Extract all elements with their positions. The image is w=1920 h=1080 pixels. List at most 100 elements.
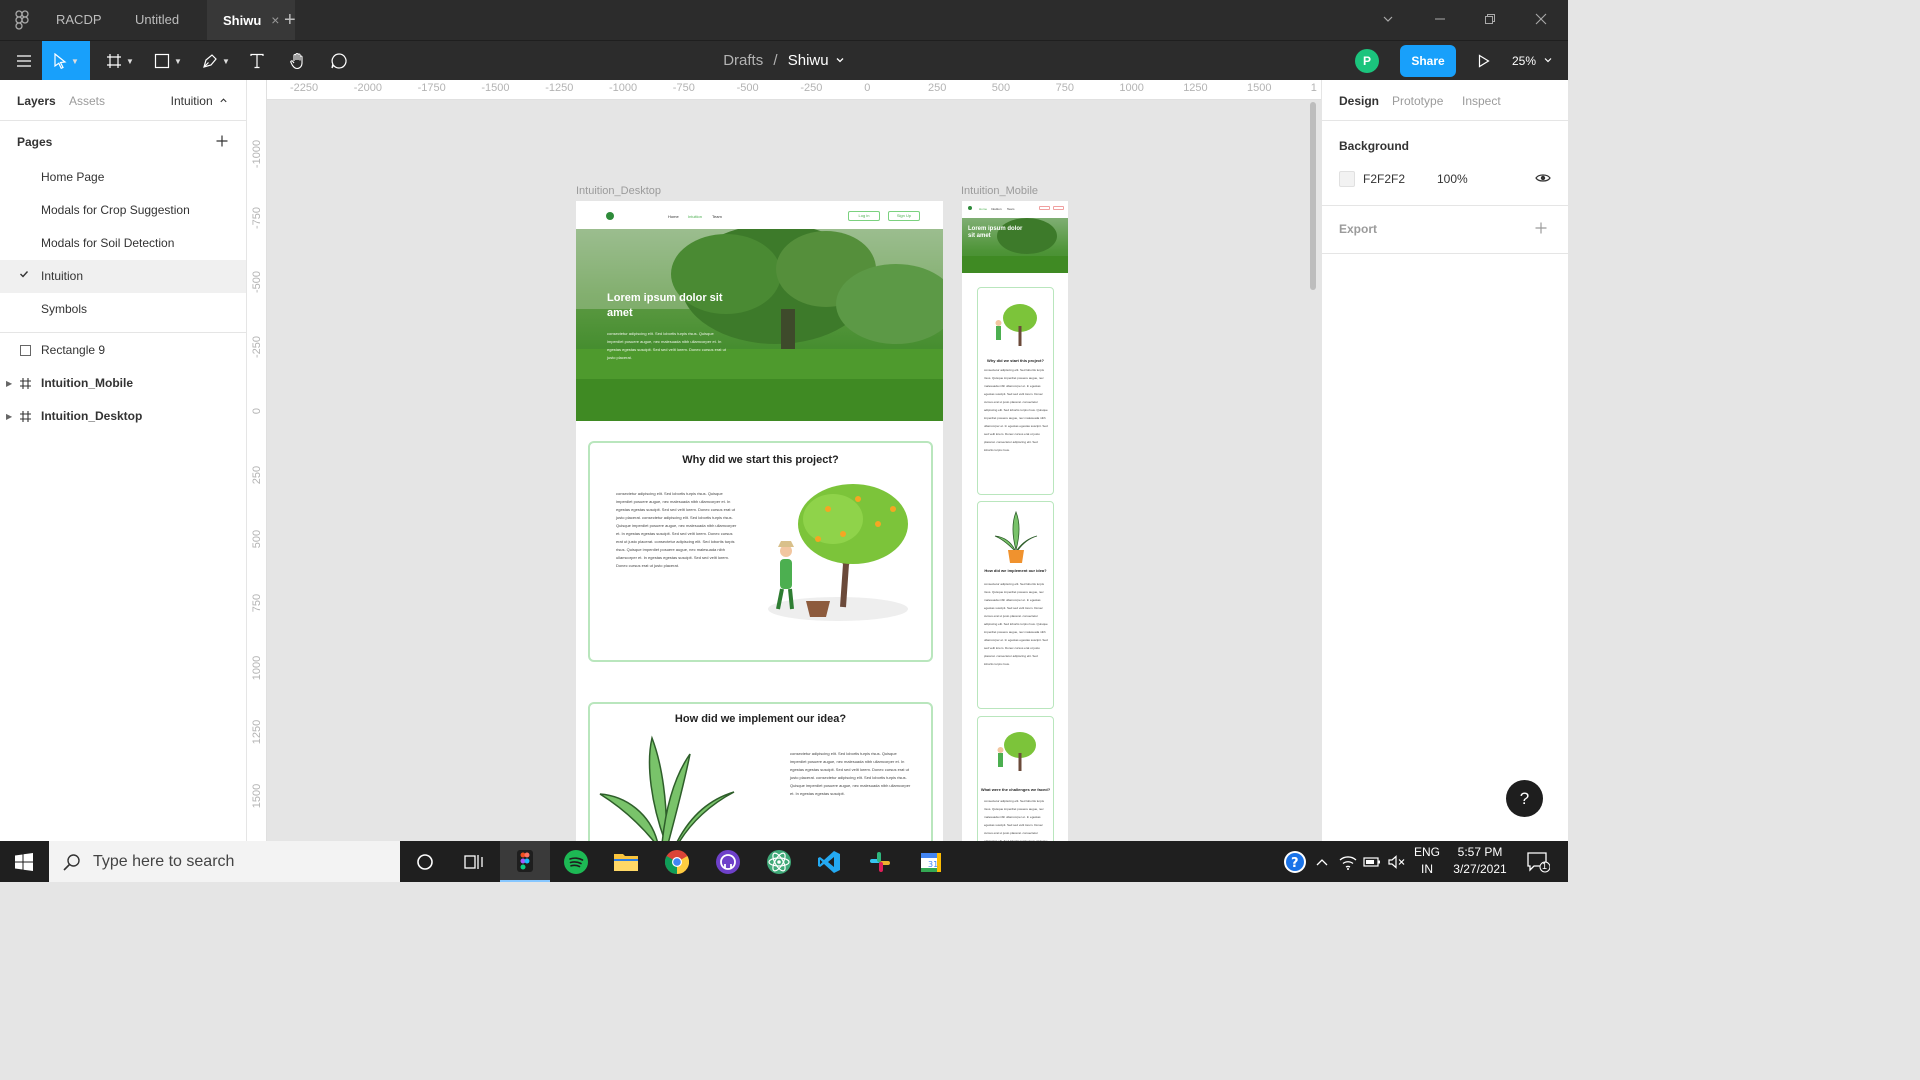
slack-icon[interactable]	[855, 841, 905, 882]
wifi-icon[interactable]	[1339, 841, 1357, 882]
tab-layers[interactable]: Layers	[17, 94, 56, 108]
clock-date: 3/27/2021	[1453, 862, 1507, 876]
pages-header: Pages	[0, 121, 246, 161]
zoom-control[interactable]: 25%	[1512, 41, 1553, 81]
canvas-scrollbar[interactable]	[1310, 102, 1316, 290]
tab-untitled[interactable]: Untitled	[119, 0, 195, 40]
add-export-icon[interactable]	[1535, 218, 1547, 239]
share-button[interactable]: Share	[1400, 45, 1456, 77]
chevron-down-icon	[1544, 58, 1552, 63]
ruler-tick-label: 0	[251, 407, 263, 414]
ruler-tick-label: -250	[800, 82, 823, 94]
desktop-frame[interactable]: Home Intuition Team Log in Sign Up Lorem	[576, 201, 943, 841]
layer-item[interactable]: ▶ Intuition_Mobile	[0, 367, 246, 400]
card-title: Why did we start this project?	[682, 454, 839, 466]
background-hex-input[interactable]: F2F2F2	[1363, 172, 1405, 186]
svg-text:?: ?	[1291, 856, 1299, 871]
expand-arrow-icon[interactable]: ▶	[6, 367, 12, 400]
figma-logo-icon[interactable]	[12, 10, 32, 30]
expand-arrow-icon[interactable]: ▶	[6, 400, 12, 433]
tab-racdp[interactable]: RACDP	[40, 0, 118, 40]
frame-tool-icon[interactable]: ▼	[96, 41, 144, 81]
ruler-tick-label: -750	[672, 82, 695, 94]
export-section-title: Export	[1339, 222, 1378, 236]
lang-code: ENG	[1413, 845, 1440, 859]
card-body: consectetur adipiscing elit. Sed loborti…	[984, 799, 1048, 841]
tab-assets[interactable]: Assets	[69, 94, 105, 108]
card-body: consectetur adipiscing elit. Sed loborti…	[616, 491, 737, 568]
nav-intuition: Intuition	[991, 207, 1002, 211]
taskbar-search-box[interactable]: Type here to search	[49, 841, 400, 882]
chevron-up-icon[interactable]	[1315, 841, 1329, 882]
minimize-icon[interactable]	[1416, 0, 1464, 40]
task-view-icon[interactable]	[449, 841, 499, 882]
restore-icon[interactable]	[1466, 0, 1514, 40]
rectangle-tool-icon[interactable]: ▼	[144, 41, 192, 81]
rectangle-icon	[20, 345, 31, 356]
chevron-down-icon[interactable]	[835, 55, 845, 65]
breadcrumb-drafts[interactable]: Drafts	[723, 52, 763, 69]
background-color-swatch[interactable]	[1339, 171, 1355, 187]
avatar[interactable]: P	[1355, 49, 1379, 73]
ruler-tick-label: -500	[251, 271, 263, 294]
frame-label-mobile[interactable]: Intuition_Mobile	[961, 185, 1038, 197]
notifications-icon[interactable]: 1	[1526, 841, 1550, 882]
volume-muted-icon[interactable]	[1388, 841, 1406, 882]
close-window-icon[interactable]	[1517, 0, 1565, 40]
page-item[interactable]: Modals for Soil Detection	[0, 227, 246, 260]
github-desktop-icon[interactable]	[703, 841, 753, 882]
hero-body: consectetur adipiscing elit. Sed loborti…	[607, 331, 726, 360]
calendar-icon[interactable]: 31	[906, 841, 956, 882]
site-logo-icon	[968, 206, 972, 210]
frame-label-desktop[interactable]: Intuition_Desktop	[576, 185, 661, 197]
mobile-frame[interactable]: Home Intuition Team Lorem ipsum dolor si…	[962, 201, 1068, 841]
chrome-icon[interactable]	[652, 841, 702, 882]
figma-app-icon[interactable]	[500, 841, 550, 882]
move-tool-icon[interactable]: ▼	[42, 41, 90, 81]
canvas[interactable]: -2250 -2000 -1750 -1500 -1250 -1000 -750 -500 -2…	[247, 80, 1321, 841]
battery-icon[interactable]	[1363, 841, 1381, 882]
spotify-icon[interactable]	[551, 841, 601, 882]
divider	[1322, 253, 1569, 254]
ruler-tick-label: 1500	[1247, 82, 1272, 94]
chevron-up-icon	[220, 98, 227, 103]
page-item[interactable]: Home Page	[0, 161, 246, 194]
present-play-icon[interactable]	[1470, 41, 1498, 81]
file-explorer-icon[interactable]	[601, 841, 651, 882]
page-selector[interactable]: Intuition	[171, 94, 228, 108]
page-item[interactable]: Intuition	[0, 260, 246, 293]
left-panel: Layers Assets Intuition Pages Home Page M…	[0, 80, 247, 841]
main-menu-icon[interactable]	[0, 41, 48, 81]
input-language[interactable]: ENG IN	[1410, 844, 1444, 878]
comment-tool-icon[interactable]	[315, 41, 363, 81]
cortana-icon[interactable]	[400, 841, 450, 882]
vscode-icon[interactable]	[804, 841, 854, 882]
page-item[interactable]: Symbols	[0, 293, 246, 326]
eye-visibility-icon[interactable]	[1535, 172, 1551, 187]
clock[interactable]: 5:57 PM 3/27/2021	[1440, 844, 1520, 878]
ruler-tick-label: -2250	[290, 82, 319, 94]
tab-inspect[interactable]: Inspect	[1462, 94, 1501, 108]
windows-start-icon[interactable]	[0, 841, 48, 882]
card-why-project: Why did we start this project? consectet…	[588, 441, 933, 662]
background-opacity-input[interactable]: 100%	[1437, 172, 1468, 186]
close-tab-icon[interactable]: ×	[271, 12, 279, 28]
clock-time: 5:57 PM	[1457, 845, 1503, 859]
page-item[interactable]: Modals for Crop Suggestion	[0, 194, 246, 227]
frame-icon	[20, 378, 31, 389]
file-name[interactable]: Shiwu	[788, 52, 829, 69]
signup-button	[1053, 206, 1064, 210]
tab-prototype[interactable]: Prototype	[1392, 94, 1443, 108]
atom-icon[interactable]	[754, 841, 804, 882]
pages-list: Home Page Modals for Crop Suggestion Modal…	[0, 161, 246, 326]
layer-item[interactable]: ▶ Intuition_Desktop	[0, 400, 246, 433]
help-button[interactable]: ?	[1506, 780, 1543, 817]
add-page-icon[interactable]	[216, 131, 228, 152]
chevron-down-icon[interactable]	[1364, 0, 1412, 40]
new-tab-icon[interactable]: +	[284, 9, 296, 32]
tab-design[interactable]: Design	[1339, 94, 1379, 108]
tab-shiwu[interactable]: Shiwu ×	[207, 0, 296, 40]
help-tray-icon[interactable]: ?	[1283, 841, 1307, 882]
layer-item[interactable]: Rectangle 9	[0, 334, 246, 367]
card-challenges: What were the challenges we faced? conse…	[977, 716, 1054, 841]
